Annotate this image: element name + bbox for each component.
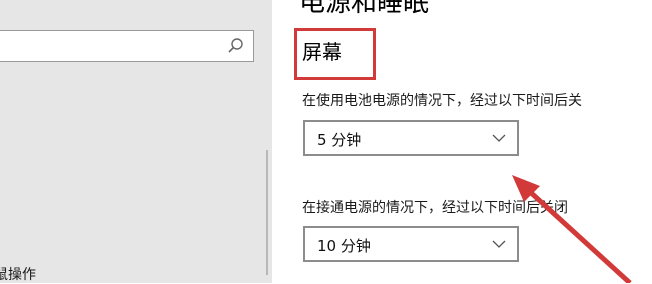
settings-main-pane: 电源和睡眠 屏幕 在使用电池电源的情况下，经过以下时间后关 5 分钟 在接通电源… [272,0,652,283]
search-input[interactable] [0,30,254,62]
chevron-down-icon [492,240,506,248]
sidebar-scrollbar[interactable] [266,150,268,275]
search-icon[interactable] [227,37,245,55]
chevron-down-icon [492,134,506,142]
plugged-in-screen-timeout-dropdown[interactable]: 10 分钟 [303,226,519,262]
annotation-highlight-box [294,28,376,80]
dropdown-selected-value: 5 分钟 [317,131,362,149]
sidebar-item-label[interactable]: 鼠操作 [0,264,36,284]
dropdown-selected-value: 10 分钟 [317,237,371,255]
page-title: 电源和睡眠 [299,0,430,18]
battery-timeout-label: 在使用电池电源的情况下，经过以下时间后关 [302,93,582,109]
battery-screen-timeout-dropdown[interactable]: 5 分钟 [303,120,519,156]
plugged-in-timeout-label: 在接通电源的情况下，经过以下时间后关闭 [302,200,568,216]
settings-sidebar: 鼠操作 [0,0,272,283]
